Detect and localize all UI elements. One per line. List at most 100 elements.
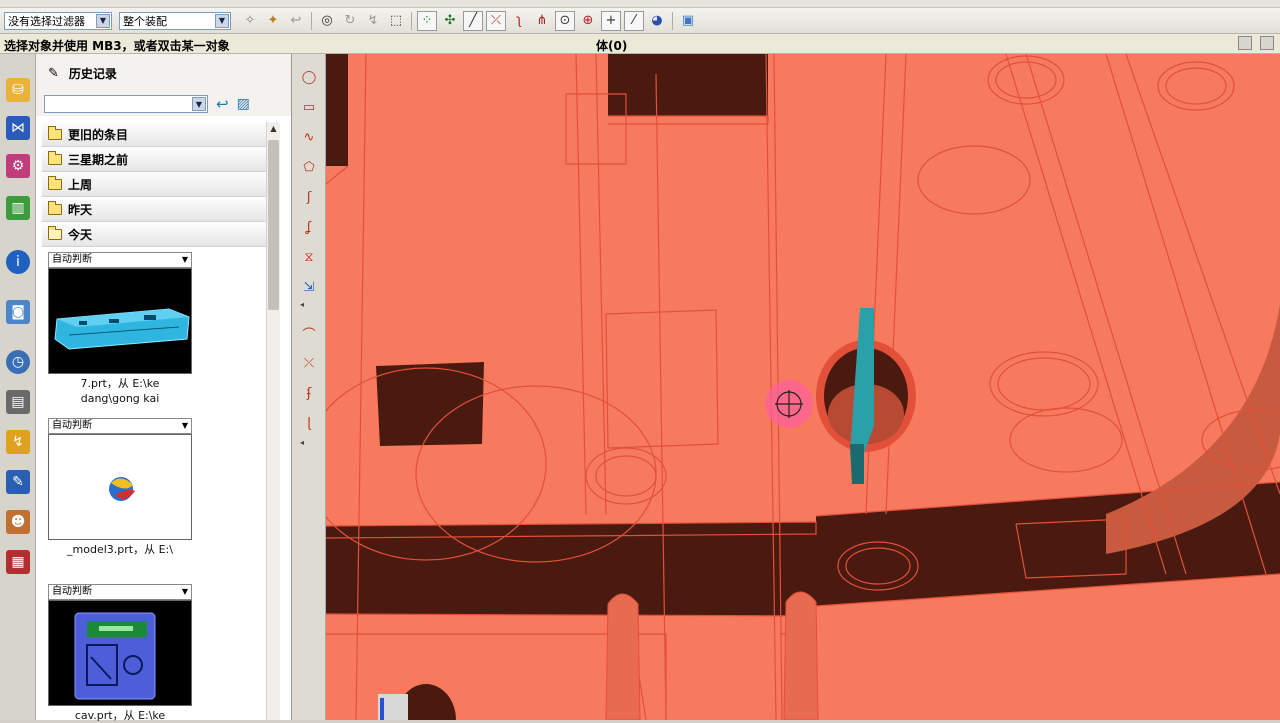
history-group-label: 更旧的条目 xyxy=(68,127,129,142)
history-group[interactable]: 昨天 xyxy=(42,197,268,222)
extract-curve-icon[interactable]: ⇲ xyxy=(298,276,320,298)
assembly-scope-dropdown[interactable]: 整个装配 ▼ xyxy=(119,11,231,30)
constraint-navigator-icon[interactable]: ⋈ xyxy=(6,116,30,140)
selection-filter-value: 没有选择过滤器 xyxy=(8,14,85,28)
toolbar-overflow-dot[interactable]: ◂ xyxy=(300,300,304,309)
trim-curve-icon[interactable]: ⤫ xyxy=(298,352,320,374)
scroll-up-icon[interactable]: ▲ xyxy=(268,124,279,136)
selection-filter-dropdown[interactable]: 没有选择过滤器 ▼ xyxy=(4,11,112,30)
maximize-icon[interactable] xyxy=(1260,36,1274,50)
rectangle-icon[interactable]: ▭ xyxy=(298,96,320,118)
history-group-label: 上周 xyxy=(68,177,93,192)
history-group-label: 三星期之前 xyxy=(68,152,129,167)
curve-point-icon[interactable]: ʅ xyxy=(509,11,529,31)
circle-sketch-icon[interactable]: ◯ xyxy=(298,66,320,88)
entry-caption-line: _model3.prt，从 E:\ xyxy=(67,543,173,556)
pin-icon[interactable]: ✎ xyxy=(48,66,59,81)
history-scrollbar[interactable]: ▲ xyxy=(266,122,280,720)
chevron-down-icon[interactable]: ▼ xyxy=(192,97,206,111)
web-browser-icon[interactable]: ◙ xyxy=(6,300,30,324)
extend-curve-icon[interactable]: ɭ xyxy=(298,412,320,434)
window-controls xyxy=(1238,36,1274,50)
history-panel-controls: ▼ ↩ ▨ xyxy=(36,92,291,116)
snap-star-icon[interactable]: ✦ xyxy=(263,11,283,31)
entry-mode-dropdown[interactable]: 自动判断 ▼ xyxy=(48,584,192,600)
divide-curve-icon[interactable]: ʄ xyxy=(298,382,320,404)
assembly-navigator-icon[interactable]: ⛁ xyxy=(6,78,30,102)
rectangle-select-icon[interactable]: ⬚ xyxy=(386,11,406,31)
system-materials-icon[interactable]: ▤ xyxy=(6,390,30,414)
face-point-icon[interactable]: ◕ xyxy=(647,11,667,31)
entry-mode-dropdown[interactable]: 自动判断 ▼ xyxy=(48,252,192,268)
roles-icon[interactable]: ☻ xyxy=(6,510,30,534)
end-point-icon[interactable]: ╱ xyxy=(463,10,483,31)
project-curve-icon[interactable]: ⧖ xyxy=(298,246,320,268)
history-entry[interactable]: 自动判断 ▼ 7.prt，从 E:\ke dang\gong kai xyxy=(48,252,192,406)
history-entry[interactable]: 自动判断 ▼ cav.prt，从 E:\ke xyxy=(48,584,192,723)
arc-center-icon[interactable]: ⊙ xyxy=(555,10,575,31)
solid-body-icon[interactable]: ▣ xyxy=(678,11,698,31)
rotate-icon[interactable]: ↻ xyxy=(340,11,360,31)
toolbar-overflow-dot[interactable]: ◂ xyxy=(300,438,304,447)
folder-icon xyxy=(48,125,62,140)
history-clock-icon[interactable]: ◷ xyxy=(6,350,30,374)
view-icon[interactable]: ◎ xyxy=(317,11,337,31)
chevron-down-icon[interactable]: ▼ xyxy=(182,253,188,267)
part-navigator-icon[interactable]: ⚙ xyxy=(6,154,30,178)
main-toolbar: 没有选择过滤器 ▼ 整个装配 ▼ ✧ ✦ ↩ ◎ ↻ ↯ ⬚ ⁘ ✣ ╱ ⤫ ʅ… xyxy=(0,8,1280,34)
chevron-down-icon[interactable]: ▼ xyxy=(215,13,229,28)
reuse-library-icon[interactable]: ▥ xyxy=(6,196,30,220)
entry-caption-line: 7.prt，从 E:\ke xyxy=(80,377,160,390)
entry-caption: 7.prt，从 E:\ke dang\gong kai xyxy=(48,376,192,406)
spline-icon[interactable]: ∿ xyxy=(298,126,320,148)
history-panel-title: 历史记录 xyxy=(68,66,117,81)
pan-icon[interactable]: ↯ xyxy=(363,11,383,31)
system-scene-icon[interactable]: ▦ xyxy=(6,550,30,574)
entry-caption-line: dang\gong kai xyxy=(80,392,160,405)
history-group[interactable]: 上周 xyxy=(42,172,268,197)
history-group[interactable]: 今天 xyxy=(42,222,268,247)
intersection-icon[interactable]: ⋔ xyxy=(532,11,552,31)
polygon-icon[interactable]: ⬠ xyxy=(298,156,320,178)
mid-point-icon[interactable]: ⤫ xyxy=(486,10,506,31)
entry-caption: _model3.prt，从 E:\ xyxy=(48,542,192,557)
graphics-window[interactable] xyxy=(326,54,1280,720)
quadrant-icon[interactable]: ⊕ xyxy=(578,11,598,31)
chevron-down-icon[interactable]: ▼ xyxy=(96,13,110,28)
fillet-curve-icon[interactable]: ⌒ xyxy=(298,322,320,344)
history-group[interactable]: 三星期之前 xyxy=(42,147,268,172)
history-entry[interactable]: 自动判断 ▼ _model3.prt，从 E:\ xyxy=(48,418,192,557)
history-group-label: 昨天 xyxy=(68,202,93,217)
general-select-icon[interactable]: ✧ xyxy=(240,11,260,31)
pocket-shadow xyxy=(608,54,768,116)
selection-status-text: 体(0) xyxy=(596,39,628,53)
back-arrow-icon[interactable]: ↩ xyxy=(216,95,229,113)
existing-point-icon[interactable]: + xyxy=(601,10,621,31)
chevron-down-icon[interactable]: ▼ xyxy=(182,585,188,599)
multi-point-icon[interactable]: ✣ xyxy=(440,11,460,31)
toolbar-separator xyxy=(411,11,412,30)
folder-icon xyxy=(48,150,62,165)
offset-curve-icon[interactable]: ʃ xyxy=(298,186,320,208)
history-filter-dropdown[interactable]: ▼ xyxy=(44,95,208,113)
part-thumbnail[interactable] xyxy=(48,600,192,706)
point-snap-icon[interactable]: ⁘ xyxy=(417,10,437,31)
point-on-curve-icon[interactable]: ⁄ xyxy=(624,10,644,31)
entry-mode-value: 自动判断 xyxy=(52,420,92,431)
part-thumbnail[interactable] xyxy=(48,268,192,374)
undo-icon[interactable]: ↩ xyxy=(286,11,306,31)
info-icon[interactable]: i xyxy=(6,250,30,274)
entry-mode-dropdown[interactable]: 自动判断 ▼ xyxy=(48,418,192,434)
scroll-thumb[interactable] xyxy=(268,140,279,310)
part-thumbnail[interactable] xyxy=(48,434,192,540)
chevron-down-icon[interactable]: ▼ xyxy=(182,419,188,433)
folder-icon xyxy=(48,175,62,190)
entry-caption: cav.prt，从 E:\ke xyxy=(48,708,192,723)
bridge-curve-icon[interactable]: ʆ xyxy=(298,216,320,238)
restore-icon[interactable] xyxy=(1238,36,1252,50)
view-palette-icon[interactable]: ▨ xyxy=(237,96,250,112)
manufacturing-wizard-icon[interactable]: ✎ xyxy=(6,470,30,494)
process-studio-icon[interactable]: ↯ xyxy=(6,430,30,454)
history-groups: 更旧的条目 三星期之前 上周 昨天 今天 xyxy=(42,122,268,247)
history-group[interactable]: 更旧的条目 xyxy=(42,122,268,147)
